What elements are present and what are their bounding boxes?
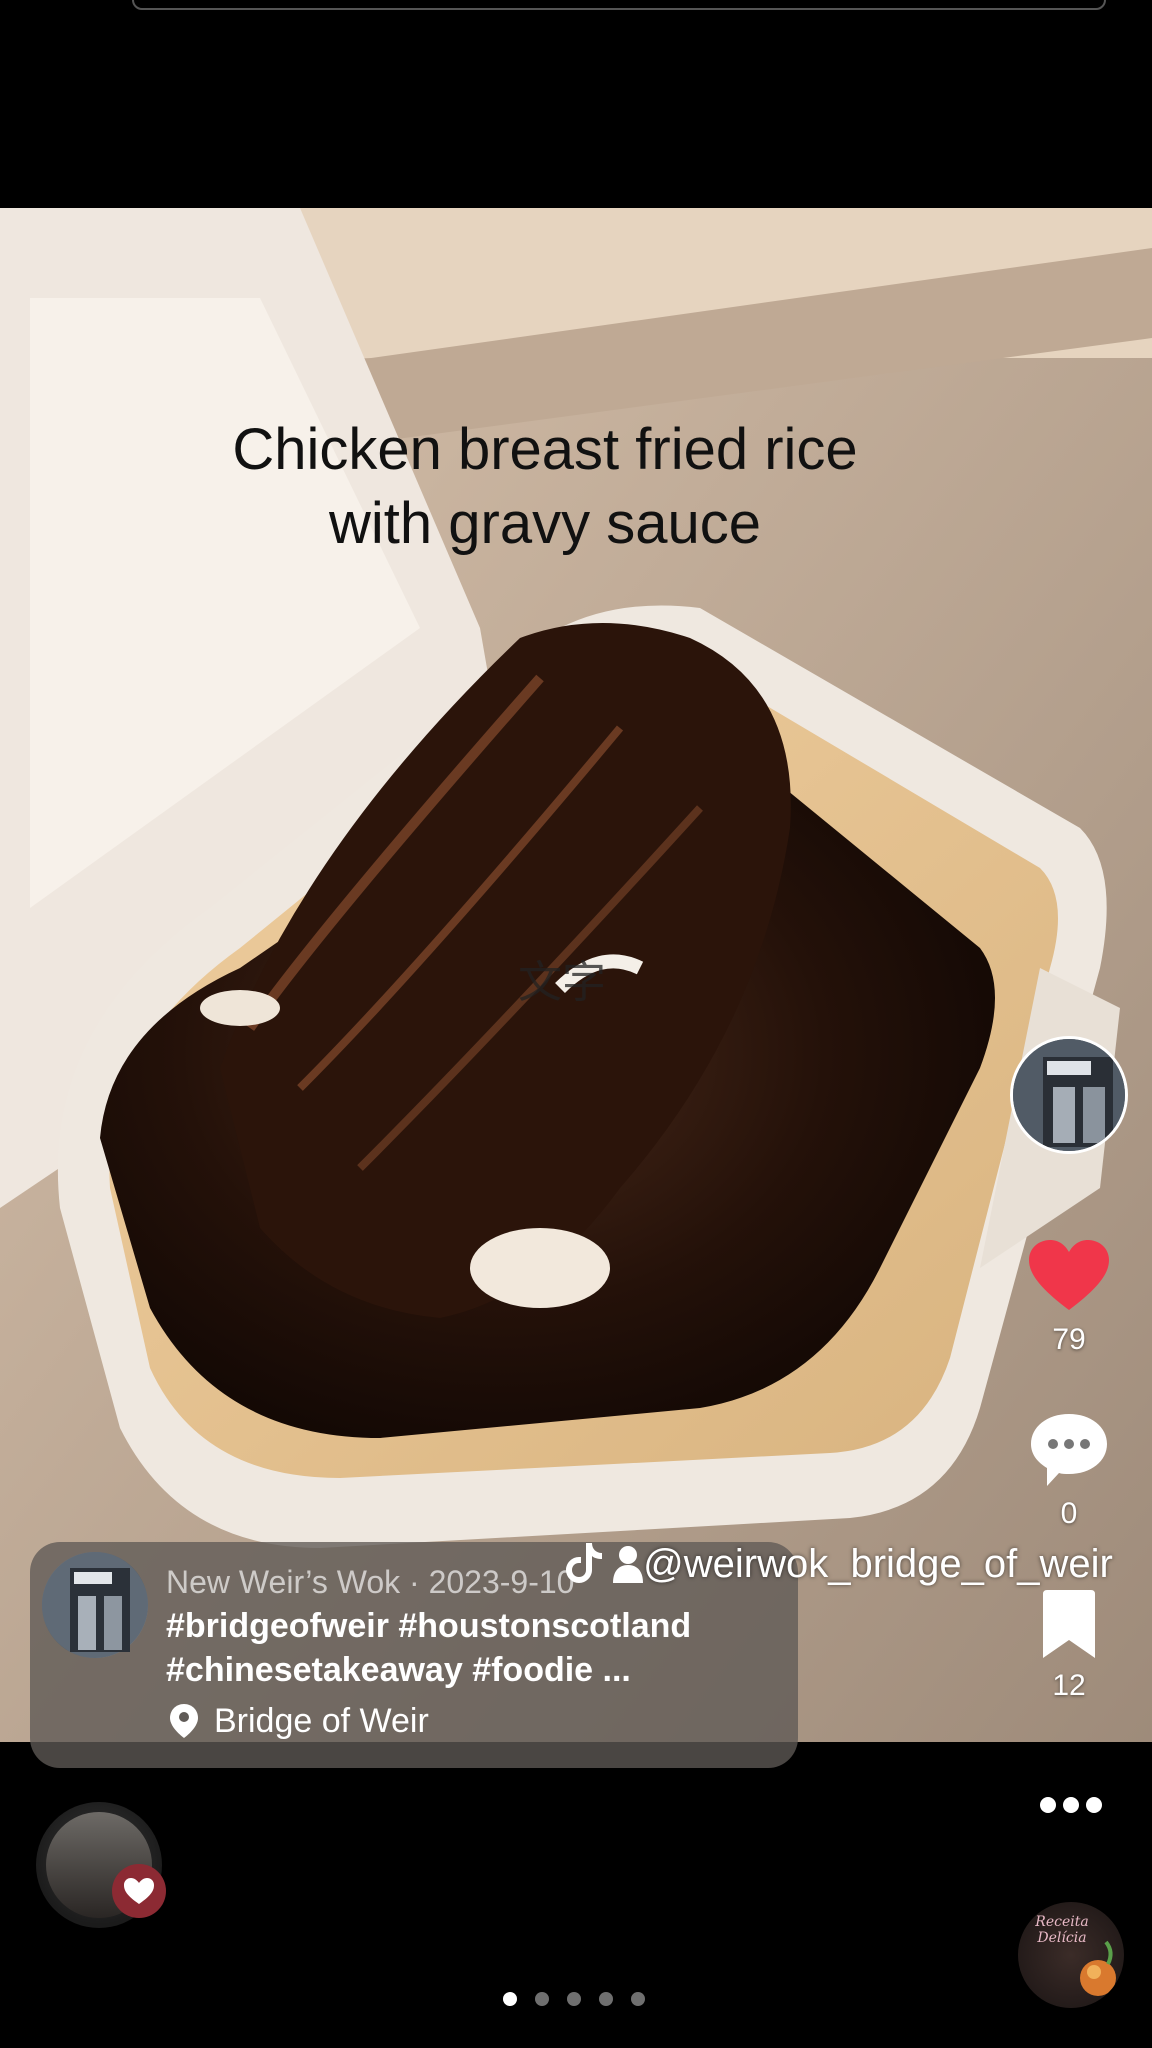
card-author-avatar[interactable] — [42, 1552, 148, 1658]
more-icon[interactable] — [1036, 1790, 1106, 1820]
small-heart-icon — [124, 1878, 154, 1904]
location-pin-icon — [170, 1704, 198, 1738]
search-bar[interactable] — [132, 0, 1106, 10]
hashtags[interactable]: #bridgeofweir #houstonscotland #chineset… — [166, 1604, 691, 1692]
hashtag-line-1[interactable]: #bridgeofweir #houstonscotland — [166, 1604, 691, 1648]
comment-count: 0 — [1060, 1497, 1078, 1530]
comment-action[interactable]: 0 — [1014, 1412, 1124, 1531]
post-photo[interactable]: Chicken breast fried rice with gravy sau… — [0, 208, 1152, 1742]
overlay-caption-line-1: Chicken breast fried rice — [232, 417, 858, 482]
more-options-button[interactable] — [1036, 1790, 1106, 1820]
like-action[interactable]: 79 — [1014, 1240, 1124, 1357]
author-avatar[interactable] — [1010, 1036, 1128, 1154]
hashtag-line-2[interactable]: #chinesetakeaway #foodie ... — [166, 1648, 691, 1692]
heart-icon[interactable] — [1029, 1240, 1109, 1314]
like-count: 79 — [1052, 1323, 1086, 1356]
favorite-badge[interactable] — [112, 1864, 166, 1918]
watermark-text: 文字 — [518, 958, 606, 1007]
storefront-thumbnail — [1013, 1039, 1125, 1151]
tiktok-icon — [566, 1543, 602, 1583]
author-meta[interactable]: New Weir’s Wok · 2023-9-10 — [166, 1564, 574, 1601]
location-label: Bridge of Weir — [214, 1702, 429, 1740]
music-disc[interactable]: Receita Delícia — [1018, 1902, 1124, 2008]
save-count: 12 — [1052, 1669, 1086, 1702]
page-dot-5[interactable] — [631, 1992, 645, 2006]
page-dot-2[interactable] — [535, 1992, 549, 2006]
save-action[interactable]: 12 — [1014, 1590, 1124, 1703]
carousel-pagination[interactable] — [503, 1992, 663, 2011]
food-thumbnail-icon — [1080, 1940, 1116, 1996]
overlay-caption-line-2: with gravy sauce — [329, 491, 761, 556]
location-tag[interactable]: Bridge of Weir — [170, 1702, 429, 1741]
page-dot-4[interactable] — [599, 1992, 613, 2006]
overlay-caption: Chicken breast fried rice with gravy sau… — [0, 413, 1090, 561]
comment-icon[interactable] — [1029, 1412, 1109, 1488]
bookmark-icon[interactable] — [1039, 1590, 1099, 1660]
storefront-thumbnail-small — [42, 1552, 148, 1658]
author-handle: @weirwok_bridge_of_weir — [643, 1542, 1113, 1586]
person-icon — [613, 1546, 644, 1583]
page-dot-1[interactable] — [503, 1992, 517, 2006]
tiktok-handle-watermark: @weirwok_bridge_of_weir — [566, 1542, 1113, 1587]
page-dot-3[interactable] — [567, 1992, 581, 2006]
